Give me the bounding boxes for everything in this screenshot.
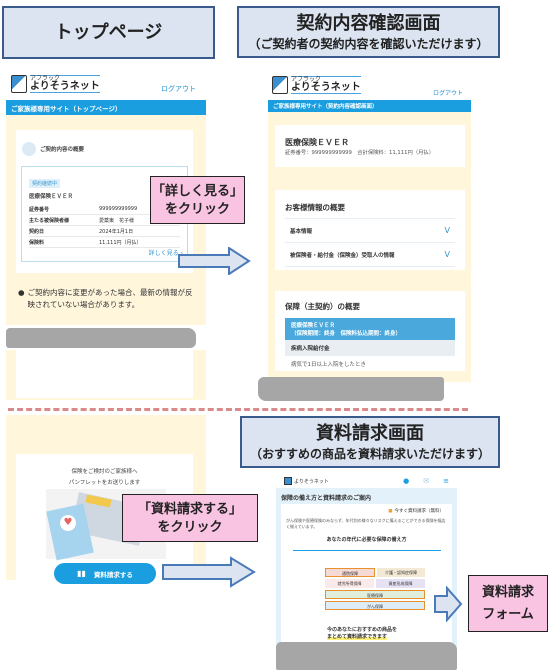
coverage-card: 保障（主契約）の概要 医療保険ＥＶＥＲ （保険期間：終身 保険料払込期間：終身）… [275,291,465,371]
age-timeline [293,550,441,558]
coverage-cell: 介護・認知症保障 [377,568,425,577]
arrow-right-icon [434,586,463,622]
customer-info-card: お客様情報の概要 基本情報 V 被保険者・給付金（保険金）受取人の情報 V [275,190,465,270]
brand-big: よりそうネット [291,82,361,93]
callout-request: 「資料請求する」 をクリック [122,494,258,542]
title-contract-sub: （ご契約者の契約内容を確認いただけます） [248,37,489,51]
callout-detail-line1: 「詳しく見る」 [151,184,243,199]
request-page-screenshot: よりそうネット ● ✉ ≡ 保障の備え方と資料請求のご案内 ■ 今すぐ資料請求（無… [276,474,457,655]
arrow-right-icon [162,556,256,588]
request-button[interactable]: ▮▮ 資料請求する [54,563,156,584]
contract-meta: 証券番号：999999999999 合計保険料：11,111円（月払） [285,150,435,156]
book-icon: ▮▮ [77,569,86,578]
brand-logo: アフラック よりそうネット [272,76,361,94]
coverage-cell: 資産形成保障 [376,579,425,588]
callout-form-line2: フォーム [482,607,534,622]
coverage-cell: 就労所得保障 [325,579,374,588]
customer-heading: お客様情報の概要 [285,202,455,219]
request-heading: 保障の備え方と資料請求のご案内 [281,495,372,502]
callout-form: 資料請求 フォーム [468,575,548,632]
request-intro: がん保険や医療保険のみならず、年代別の様々なリスクに備えることができる保険を幅広… [286,518,446,529]
chevron-down-icon: V [444,226,450,235]
notice-text: ご契約内容に変更があった場合、最新の情報が反映されていない場合があります。 [27,288,193,309]
coverage-header: 医療保険ＥＶＥＲ （保険期間：終身 保険料払込期間：終身） [285,318,455,340]
title-contract-main: 契約内容確認画面 [296,13,441,34]
heart-icon: ♥ [60,515,76,531]
accordion-basic-info[interactable]: 基本情報 V [285,219,455,243]
summary-heading: ご契約内容の概要 [40,147,85,153]
recommend-2: まとめて資料請求できます [327,633,388,640]
callout-detail: 「詳しく見る」 をクリック [150,176,245,224]
title-request-page: 資料請求画面 （おすすめの商品を資料請求いただけます） [240,416,500,468]
mail-icon[interactable]: ✉ [423,477,429,485]
bullet-icon: ● [18,288,25,297]
brand-big: よりそうネット [30,81,100,92]
torn-edge-3 [276,642,457,670]
upper-card-remainder [16,350,193,398]
contract-product: 医療保険ＥＶＥＲ [285,138,349,147]
duck-logo-icon [11,75,27,93]
notice: ● ご契約内容に変更があった場合、最新の情報が反映されていない場合があります。 [18,287,196,311]
duck-logo-icon [272,76,288,94]
coverage-cell: がん保障 [325,601,425,610]
duck-logo-icon [284,477,292,485]
request-button-label: 資料請求する [93,570,133,579]
coverage-cell: 通院保障 [325,568,375,577]
table-row: 契約日 2024年1月1日 [29,226,180,237]
brand-logo-small: よりそうネット [284,477,329,485]
status-badge: 契約継続中 [29,179,61,188]
top-page-bar: ご家族様専用サイト（トップページ） [6,100,206,115]
brand-logo: アフラック よりそうネット [11,75,100,93]
title-request-main: 資料請求画面 [316,423,424,444]
contract-card-icon [22,142,36,156]
chevron-down-icon: V [444,250,450,259]
table-row: 保険料 11,111円（月払） [29,237,180,248]
recommend-1: 今のあなたにおすすめの商品を [327,627,398,633]
benefit-name: 疾病入院給付金 [285,340,455,356]
callout-request-line2: をクリック [157,520,223,535]
mail-icon: ■ [388,508,393,514]
coverage-heading: 保障（主契約）の概要 [285,302,360,311]
contract-product-card: 医療保険ＥＶＥＲ 証券番号：999999999999 合計保険料：11,111円… [275,125,465,167]
callout-request-line1: 「資料請求する」 [137,502,242,517]
title-request-sub: （おすすめの商品を資料請求いただけます） [249,447,490,461]
menu-icon[interactable]: ≡ [443,477,449,485]
logout-link[interactable]: ログアウト [161,84,196,94]
callout-form-line1: 資料請求 [481,585,534,600]
logout-link[interactable]: ログアウト [433,88,463,97]
pamphlet-text-1: 保険をご検討のご家族様へ [71,469,138,475]
title-top-page-text: トップページ [54,21,163,43]
title-top-page: トップページ [2,6,215,59]
torn-edge-1 [6,328,196,348]
title-contract-page: 契約内容確認画面 （ご契約者の契約内容を確認いただけます） [237,6,500,58]
callout-detail-line2: をクリック [164,202,230,217]
quick-request-link[interactable]: ■ 今すぐ資料請求（無料） [388,508,444,515]
arrow-right-icon [178,247,251,275]
benefit-desc: 病気で1日以上入院をしたとき [291,362,367,368]
torn-edge-2 [258,377,444,401]
contract-page-bar: ご家族様専用サイト（契約内容確認画面） [268,100,471,112]
pamphlet-text-2: パンフレットをお送りします [68,480,141,486]
chart-title: あなたの年代に必要な保障の備え方 [326,537,407,543]
section-divider [8,408,468,411]
coverage-cell: 医療保障 [325,590,425,599]
accordion-beneficiary-info[interactable]: 被保険者・給付金（保険金）受取人の情報 V [285,243,455,267]
user-icon[interactable]: ● [403,477,409,485]
